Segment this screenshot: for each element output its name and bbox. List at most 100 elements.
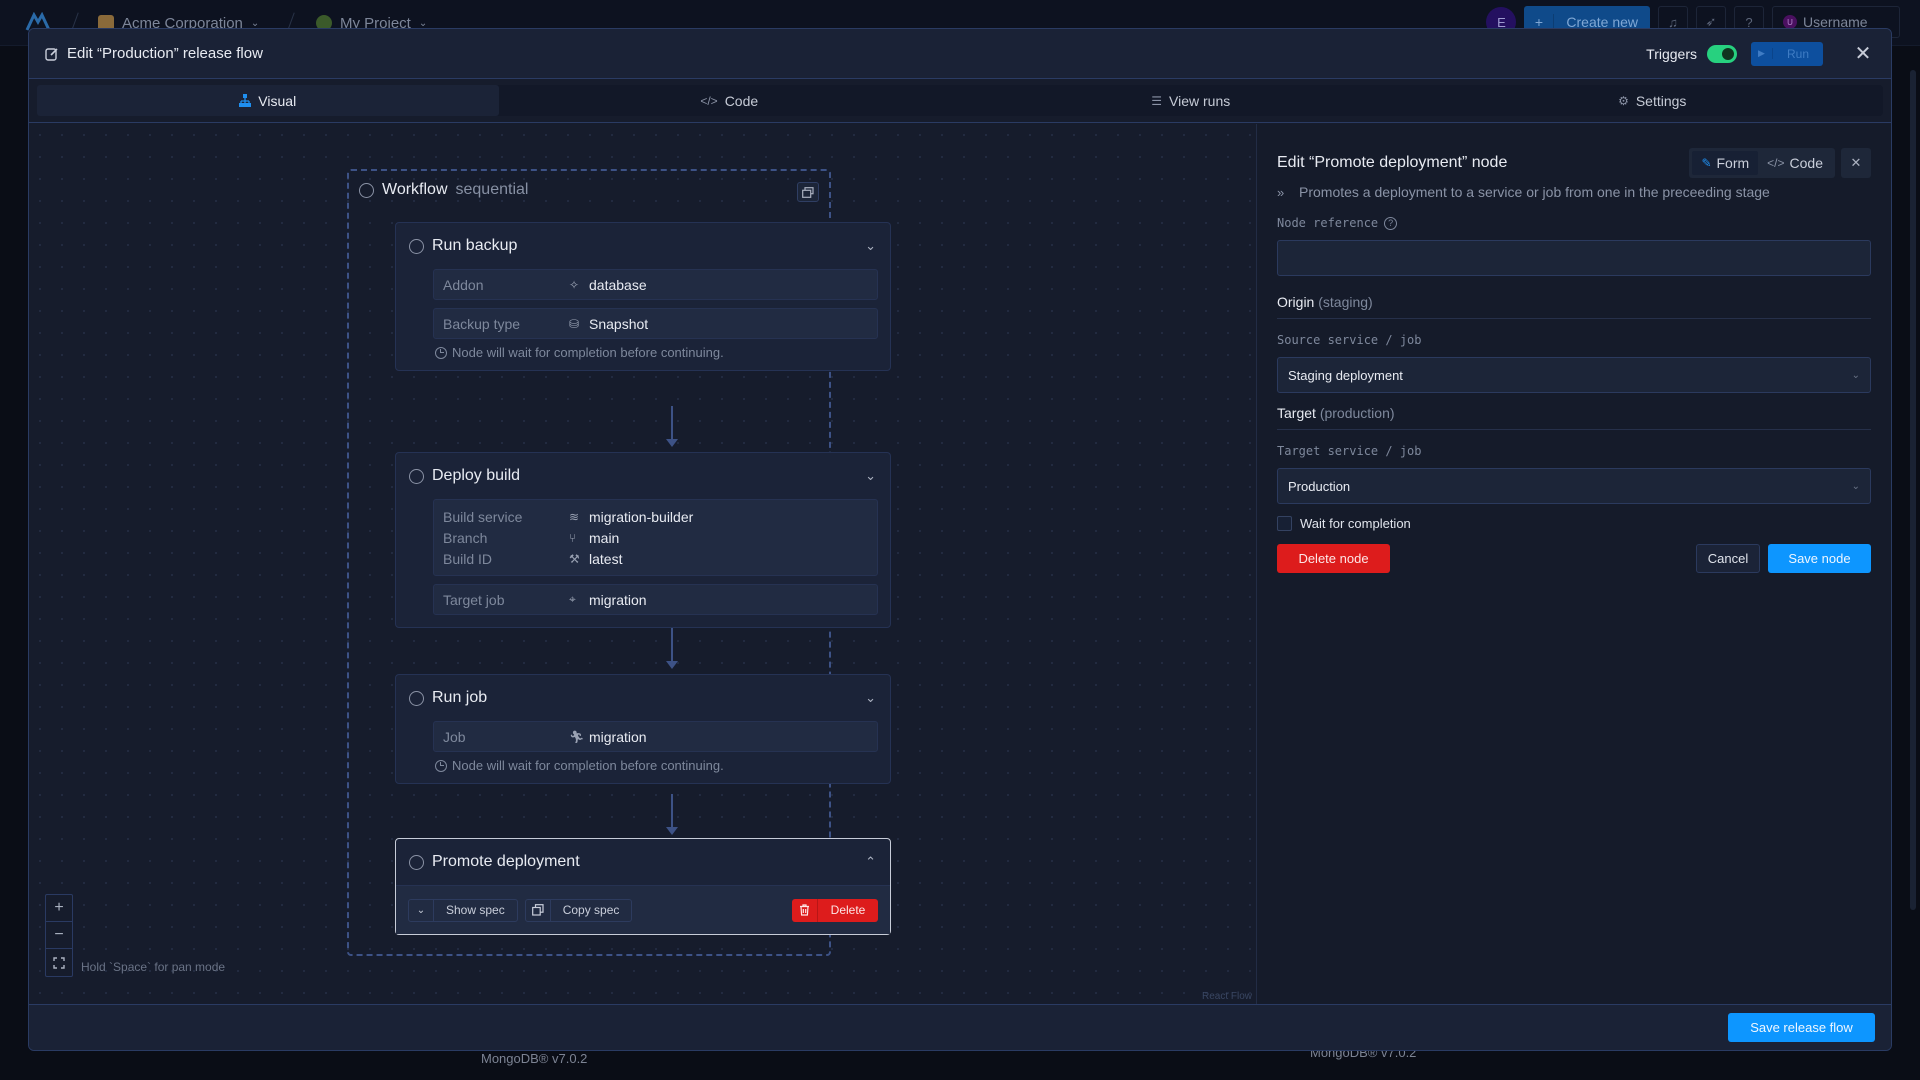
wait-note-text: Node will wait for completion before con… [452,758,724,773]
chevron-up-icon[interactable]: ⌃ [865,854,876,870]
node-promote-deployment[interactable]: Promote deployment ⌃ ⌄ Show spec Copy sp… [395,838,891,935]
chevron-down-icon: ⌄ [418,17,428,29]
zoom-out-button[interactable]: − [46,922,72,949]
workflow-mode: sequential [455,181,529,198]
gear-icon: ⚙ [1618,93,1629,108]
node-title: Promote deployment [432,853,580,870]
form-label: Form [1716,155,1750,171]
close-icon[interactable]: ✕ [1851,41,1875,66]
chevron-down-icon[interactable]: ⌄ [865,238,876,254]
prop-value: latest [589,550,623,567]
database-icon: ⛁ [569,316,580,331]
save-node-button[interactable]: Save node [1768,544,1871,573]
minus-icon: − [54,926,64,943]
wait-for-completion-checkbox[interactable] [1277,516,1292,531]
addon-version: MongoDB® v7.0.2 [481,1051,588,1066]
collapse-group-button[interactable] [797,182,819,202]
copy-spec-label: Copy spec [562,903,620,917]
node-title: Run backup [432,237,518,254]
source-service-select[interactable]: Staging deployment ⌄ [1277,357,1871,393]
node-reference-input[interactable] [1277,240,1871,276]
prop-key: Branch [443,529,488,546]
page-scrollbar[interactable] [1910,70,1916,910]
save-release-flow-button[interactable]: Save release flow [1728,1013,1875,1042]
code-icon: </> [1767,156,1785,170]
wait-note: Node will wait for completion before con… [435,345,878,360]
status-ring-icon [409,238,424,254]
run-label: Run [1786,46,1809,61]
chevrons-right-icon: » [1277,184,1285,200]
editor-mode-switch: ✎ Form </> Code [1689,148,1835,178]
prop-value: migration [589,728,647,745]
edge-connector [666,406,678,447]
help-icon[interactable]: ? [1384,216,1398,230]
node-deploy-build[interactable]: Deploy build ⌄ Build service ≋ migration… [395,452,891,628]
clock-icon [435,346,447,359]
chevron-down-icon: ⌄ [250,17,260,29]
chevron-down-icon[interactable]: ⌄ [865,468,876,484]
modal-tabs: Visual </> Code ☰ View runs ⚙ Settings [29,79,1891,123]
tab-settings[interactable]: ⚙ Settings [1422,85,1884,116]
tab-view-runs[interactable]: ☰ View runs [960,85,1422,116]
section-title-text: Target [1277,405,1316,421]
code-icon: </> [700,93,718,108]
clock-icon [435,759,447,772]
cancel-button[interactable]: Cancel [1696,544,1760,573]
react-flow-attribution[interactable]: React Flow [1202,991,1252,1002]
node-prop: Addon ✧ database [433,269,878,300]
show-spec-label: Show spec [446,903,505,917]
play-icon: ▶ [1751,48,1773,59]
tab-visual[interactable]: Visual [37,85,499,116]
node-description: » Promotes a deployment to a service or … [1277,184,1871,200]
node-edit-panel: Edit “Promote deployment” node ✎ Form </… [1257,124,1891,1004]
target-service-label: Target service / job [1277,444,1422,458]
target-icon: ⌖ [569,592,576,606]
section-title-text: Origin [1277,294,1315,310]
copy-icon [526,899,551,921]
node-title: Deploy build [432,467,521,484]
wrench-icon: ⚒ [569,551,580,566]
zoom-in-button[interactable]: + [46,895,72,922]
wait-note: Node will wait for completion before con… [435,758,878,773]
chevron-down-icon[interactable]: ⌄ [865,690,876,706]
chevron-down-icon: ⌄ [1851,480,1860,492]
git-branch-icon: ⑂ [569,530,577,545]
target-section-title: Target (production) [1277,405,1871,430]
fit-view-button[interactable] [46,949,72,976]
form-mode-button[interactable]: ✎ Form [1692,151,1759,175]
puzzle-icon: ✧ [569,277,580,292]
triggers-label: Triggers [1646,45,1697,62]
wait-for-completion-row: Wait for completion [1277,516,1871,531]
show-spec-button[interactable]: ⌄ Show spec [408,898,518,922]
run-button[interactable]: ▶ Run [1751,41,1823,66]
trash-icon [792,898,818,922]
tab-code[interactable]: </> Code [499,85,961,116]
delete-node-button[interactable]: Delete node [1277,544,1390,573]
plus-icon: + [54,899,64,916]
list-icon: ☰ [1151,93,1163,108]
wait-note-text: Node will wait for completion before con… [452,345,724,360]
sitemap-icon [239,94,252,107]
node-prop-group: Build service ≋ migration-builder Branch… [433,499,878,576]
triggers-toggle[interactable] [1707,44,1737,63]
running-icon: 🏃︎ [569,729,585,744]
edit-icon [45,47,58,61]
target-service-select[interactable]: Production ⌄ [1277,468,1871,504]
tab-label: Visual [258,92,297,109]
prop-key: Build service [443,508,523,525]
node-run-job[interactable]: Run job ⌄ Job 🏃︎ migration Node will wai… [395,674,891,784]
node-title: Run job [432,689,488,706]
flow-canvas[interactable]: Workflow sequential Run backup ⌄ Addon ✧… [29,124,1257,1004]
tab-label: Settings [1635,92,1687,109]
section-subtitle: (production) [1319,405,1395,421]
delete-node-inline-button[interactable]: Delete [792,898,878,922]
prop-key: Addon [443,276,484,293]
modal-header: Edit “Production” release flow Triggers … [29,29,1891,79]
prop-value: migration-builder [589,508,694,525]
section-subtitle: (staging) [1318,294,1373,310]
node-run-backup[interactable]: Run backup ⌄ Addon ✧ database Backup typ… [395,222,891,371]
close-panel-button[interactable]: ✕ [1841,148,1871,178]
code-mode-button[interactable]: </> Code [1758,151,1832,175]
copy-spec-button[interactable]: Copy spec [524,898,633,922]
status-ring-icon [409,690,424,706]
